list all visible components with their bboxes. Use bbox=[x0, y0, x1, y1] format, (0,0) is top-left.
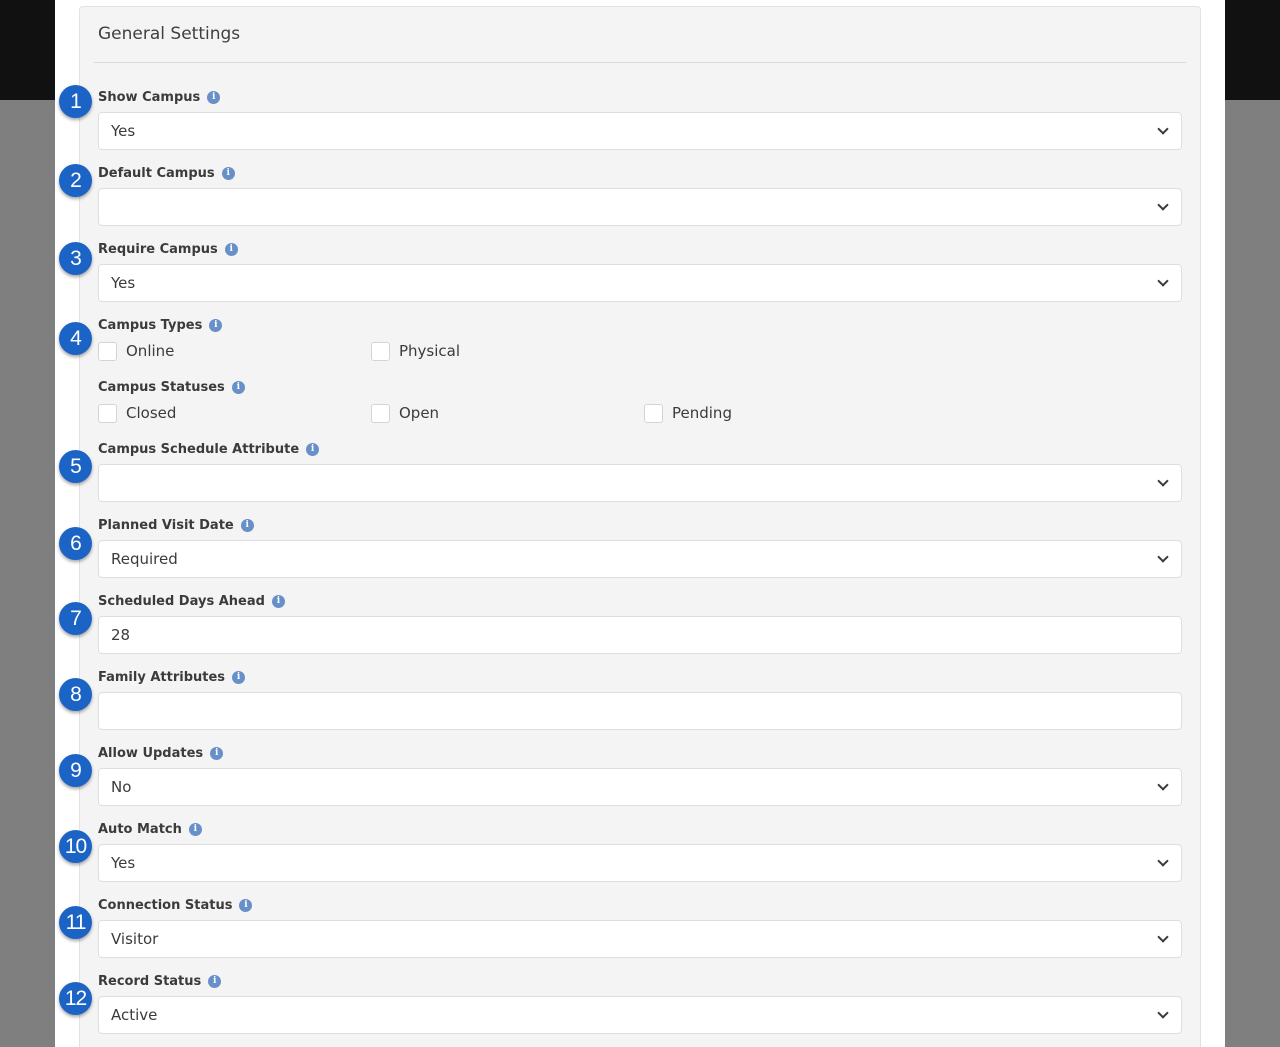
general-settings-card: General Settings Show Campus i Yes Defaul… bbox=[79, 6, 1201, 1047]
field-connection-status: Connection Status i Visitor bbox=[98, 896, 1182, 958]
callout-badge: 12 bbox=[59, 982, 92, 1015]
field-allow-updates: Allow Updates i No bbox=[98, 744, 1182, 806]
settings-panel: General Settings Show Campus i Yes Defaul… bbox=[55, 0, 1225, 1047]
info-icon[interactable]: i bbox=[231, 380, 245, 394]
chevron-down-icon bbox=[1157, 475, 1169, 487]
field-campus-types: Campus Types i Online Physical bbox=[98, 316, 1182, 362]
checkbox-online[interactable]: Online bbox=[98, 341, 371, 361]
field-label: Family Attributes i bbox=[98, 668, 1182, 686]
show-campus-select[interactable]: Yes bbox=[98, 112, 1182, 150]
record-status-select[interactable]: Active bbox=[98, 996, 1182, 1034]
chevron-down-icon bbox=[1157, 199, 1169, 211]
chevron-down-icon bbox=[1157, 551, 1169, 563]
allow-updates-select[interactable]: No bbox=[98, 768, 1182, 806]
planned-visit-date-select[interactable]: Required bbox=[98, 540, 1182, 578]
info-icon[interactable]: i bbox=[188, 822, 202, 836]
field-label: Campus Types i bbox=[98, 316, 1182, 334]
default-campus-select[interactable] bbox=[98, 188, 1182, 226]
field-planned-visit-date: Planned Visit Date i Required bbox=[98, 516, 1182, 578]
field-show-campus: Show Campus i Yes bbox=[98, 88, 1182, 150]
info-icon[interactable]: i bbox=[232, 670, 246, 684]
checkbox-box[interactable] bbox=[98, 403, 117, 423]
checkbox-open[interactable]: Open bbox=[371, 403, 644, 423]
callout-badge: 7 bbox=[59, 602, 92, 635]
field-label: Allow Updates i bbox=[98, 744, 1182, 762]
field-require-campus: Require Campus i Yes bbox=[98, 240, 1182, 302]
field-label: Auto Match i bbox=[98, 820, 1182, 838]
info-icon[interactable]: i bbox=[221, 166, 235, 180]
campus-statuses-checkbox-group: Closed Open Pending bbox=[98, 402, 1182, 424]
callout-badge: 6 bbox=[59, 527, 92, 560]
info-icon[interactable]: i bbox=[239, 898, 253, 912]
title-divider bbox=[94, 62, 1186, 63]
field-label: Campus Statuses i bbox=[98, 378, 1182, 396]
field-label: Require Campus i bbox=[98, 240, 1182, 258]
field-scheduled-days-ahead: Scheduled Days Ahead i 28 bbox=[98, 592, 1182, 654]
info-icon[interactable]: i bbox=[306, 442, 320, 456]
checkbox-closed[interactable]: Closed bbox=[98, 403, 371, 423]
info-icon[interactable]: i bbox=[224, 242, 238, 256]
field-label: Record Status i bbox=[98, 972, 1182, 990]
campus-schedule-attribute-select[interactable] bbox=[98, 464, 1182, 502]
callout-badge: 11 bbox=[59, 906, 92, 939]
callout-badge: 8 bbox=[59, 678, 92, 711]
checkbox-box[interactable] bbox=[371, 341, 390, 361]
callout-badge: 3 bbox=[59, 242, 92, 275]
field-family-attributes: Family Attributes i bbox=[98, 668, 1182, 730]
checkbox-physical[interactable]: Physical bbox=[371, 341, 644, 361]
callout-badge: 10 bbox=[59, 830, 92, 863]
checkbox-box[interactable] bbox=[98, 341, 117, 361]
chevron-down-icon bbox=[1157, 123, 1169, 135]
field-label: Campus Schedule Attribute i bbox=[98, 440, 1182, 458]
require-campus-select[interactable]: Yes bbox=[98, 264, 1182, 302]
auto-match-select[interactable]: Yes bbox=[98, 844, 1182, 882]
connection-status-select[interactable]: Visitor bbox=[98, 920, 1182, 958]
info-icon[interactable]: i bbox=[208, 974, 222, 988]
scheduled-days-ahead-input[interactable]: 28 bbox=[98, 616, 1182, 654]
info-icon[interactable]: i bbox=[207, 90, 221, 104]
field-default-campus: Default Campus i bbox=[98, 164, 1182, 226]
field-label: Show Campus i bbox=[98, 88, 1182, 106]
checkbox-pending[interactable]: Pending bbox=[644, 403, 917, 423]
chevron-down-icon bbox=[1157, 931, 1169, 943]
info-icon[interactable]: i bbox=[210, 746, 224, 760]
family-attributes-input[interactable] bbox=[98, 692, 1182, 730]
callout-badge: 2 bbox=[59, 164, 92, 197]
checkbox-box[interactable] bbox=[371, 403, 390, 423]
callout-badge: 1 bbox=[59, 85, 92, 118]
field-label: Default Campus i bbox=[98, 164, 1182, 182]
info-icon[interactable]: i bbox=[240, 518, 254, 532]
info-icon[interactable]: i bbox=[271, 594, 285, 608]
chevron-down-icon bbox=[1157, 855, 1169, 867]
chevron-down-icon bbox=[1157, 779, 1169, 791]
field-label: Scheduled Days Ahead i bbox=[98, 592, 1182, 610]
field-label: Planned Visit Date i bbox=[98, 516, 1182, 534]
checkbox-box[interactable] bbox=[644, 403, 663, 423]
chevron-down-icon bbox=[1157, 275, 1169, 287]
callout-badge: 5 bbox=[59, 450, 92, 483]
callout-badge: 4 bbox=[59, 322, 92, 355]
callout-badge: 9 bbox=[59, 754, 92, 787]
chevron-down-icon bbox=[1157, 1007, 1169, 1019]
card-title: General Settings bbox=[98, 24, 241, 44]
field-campus-statuses: Campus Statuses i Closed Open Pending bbox=[98, 378, 1182, 424]
field-campus-schedule-attribute: Campus Schedule Attribute i bbox=[98, 440, 1182, 502]
field-label: Connection Status i bbox=[98, 896, 1182, 914]
info-icon[interactable]: i bbox=[209, 318, 223, 332]
field-auto-match: Auto Match i Yes bbox=[98, 820, 1182, 882]
field-record-status: Record Status i Active bbox=[98, 972, 1182, 1034]
campus-types-checkbox-group: Online Physical bbox=[98, 340, 1182, 362]
